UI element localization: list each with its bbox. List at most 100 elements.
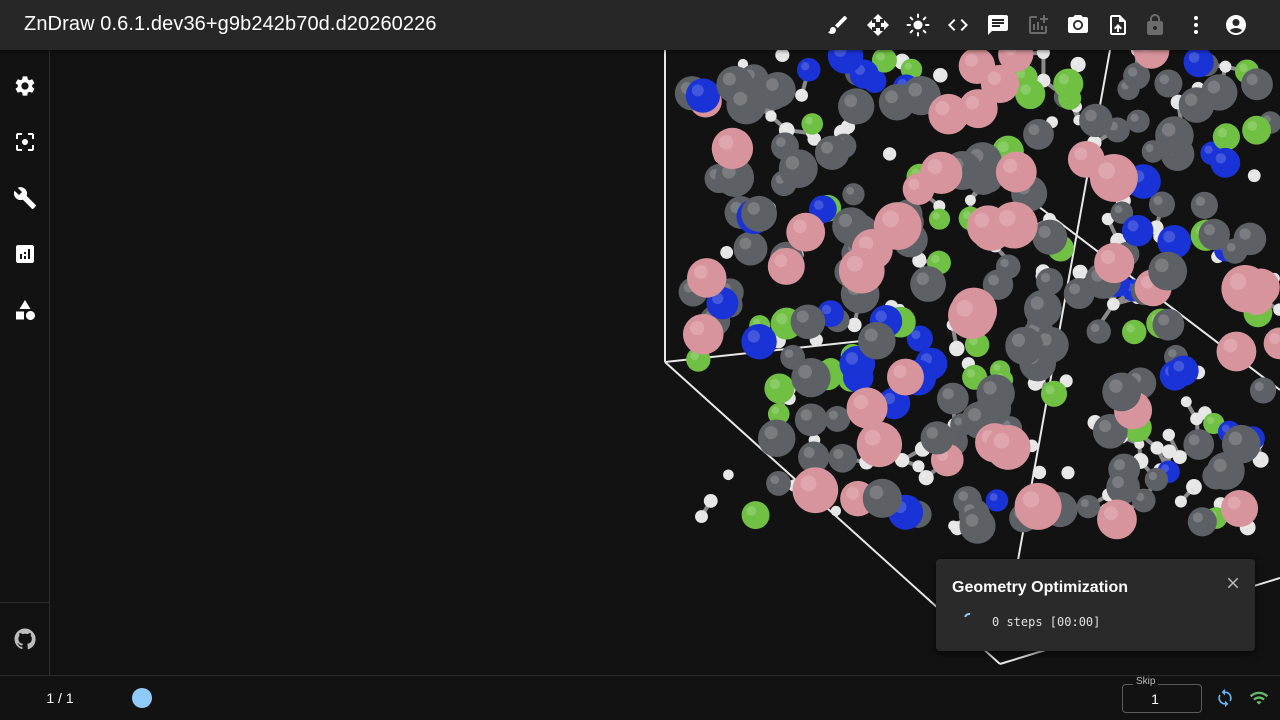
atom[interactable] — [976, 374, 1015, 413]
atom[interactable] — [1187, 507, 1217, 537]
atom[interactable] — [765, 110, 777, 122]
atom[interactable] — [791, 357, 831, 398]
atom[interactable] — [1126, 109, 1150, 133]
atom[interactable] — [1053, 68, 1084, 99]
atom[interactable] — [685, 78, 721, 113]
atom[interactable] — [886, 358, 924, 396]
atom[interactable] — [796, 57, 821, 82]
atom[interactable] — [1061, 466, 1075, 480]
atom[interactable] — [686, 258, 727, 298]
atom[interactable] — [1076, 494, 1101, 519]
close-icon[interactable] — [1222, 572, 1244, 594]
atom[interactable] — [1221, 424, 1261, 464]
atom[interactable] — [1216, 331, 1257, 372]
atom[interactable] — [918, 470, 934, 486]
atom[interactable] — [1242, 115, 1271, 145]
atom[interactable] — [1152, 308, 1185, 341]
atom[interactable] — [1094, 242, 1135, 284]
atom[interactable] — [741, 501, 770, 530]
atom[interactable] — [1174, 495, 1187, 508]
geometry-icon[interactable] — [5, 290, 45, 330]
atom[interactable] — [1241, 68, 1273, 101]
atom[interactable] — [910, 266, 946, 302]
atom[interactable] — [786, 212, 826, 252]
atom[interactable] — [1024, 289, 1062, 328]
brush-icon[interactable] — [818, 5, 858, 45]
atom[interactable] — [920, 421, 954, 455]
atom[interactable] — [741, 195, 778, 232]
atom[interactable] — [757, 419, 796, 458]
atom[interactable] — [830, 505, 842, 517]
atom[interactable] — [767, 247, 805, 285]
atom[interactable] — [790, 304, 826, 340]
atom[interactable] — [1106, 297, 1120, 311]
account-icon[interactable] — [1216, 5, 1256, 45]
atom[interactable] — [1190, 191, 1218, 219]
more-vert-icon[interactable] — [1176, 5, 1216, 45]
atom[interactable] — [1183, 429, 1215, 460]
atom[interactable] — [1221, 264, 1269, 313]
atom[interactable] — [949, 340, 965, 357]
atom[interactable] — [995, 151, 1037, 193]
atom[interactable] — [1155, 116, 1194, 155]
move-icon[interactable] — [858, 5, 898, 45]
atom[interactable] — [1122, 319, 1147, 345]
timeline-slider-handle[interactable] — [132, 688, 152, 708]
atom[interactable] — [1089, 153, 1138, 202]
atom[interactable] — [873, 202, 922, 250]
atom[interactable] — [682, 313, 724, 355]
atom[interactable] — [1233, 222, 1267, 256]
atom[interactable] — [695, 510, 708, 523]
atom[interactable] — [764, 373, 795, 404]
atom[interactable] — [1005, 326, 1044, 365]
selection-icon[interactable] — [5, 122, 45, 162]
atom[interactable] — [1198, 218, 1230, 251]
camera-icon[interactable] — [1058, 5, 1098, 45]
atom[interactable] — [1210, 147, 1241, 178]
atom[interactable] — [1168, 355, 1199, 387]
atom[interactable] — [1154, 69, 1183, 98]
atom[interactable] — [936, 382, 969, 415]
atom[interactable] — [928, 93, 969, 135]
atom[interactable] — [1040, 380, 1068, 407]
atom[interactable] — [1201, 74, 1238, 111]
atom[interactable] — [828, 443, 857, 473]
atom[interactable] — [838, 247, 885, 294]
atom[interactable] — [795, 88, 809, 102]
atom[interactable] — [1097, 499, 1137, 540]
wrench-icon[interactable] — [5, 178, 45, 218]
atom[interactable] — [933, 67, 948, 83]
atom[interactable] — [842, 183, 865, 206]
atom[interactable] — [838, 88, 875, 125]
atom[interactable] — [1212, 123, 1241, 151]
atom[interactable] — [733, 231, 768, 266]
upload-icon[interactable] — [1098, 5, 1138, 45]
atom[interactable] — [794, 403, 828, 437]
atom[interactable] — [856, 421, 903, 468]
atom[interactable] — [964, 194, 976, 206]
atom[interactable] — [1086, 319, 1111, 344]
atom[interactable] — [912, 460, 925, 473]
atom[interactable] — [814, 135, 850, 170]
atom[interactable] — [1015, 78, 1046, 110]
atom[interactable] — [990, 201, 1038, 249]
skip-input[interactable]: 1 — [1122, 684, 1202, 713]
atom[interactable] — [985, 489, 1009, 512]
atom[interactable] — [959, 507, 996, 544]
atom[interactable] — [1122, 214, 1154, 247]
atom[interactable] — [862, 478, 902, 518]
atom[interactable] — [1023, 118, 1054, 150]
atom[interactable] — [985, 425, 1031, 470]
skip-value[interactable]: 1 — [1123, 691, 1187, 707]
atom[interactable] — [726, 84, 767, 125]
atom[interactable] — [1014, 482, 1062, 530]
atom[interactable] — [1144, 467, 1169, 492]
analytics-icon[interactable] — [5, 234, 45, 274]
atom[interactable] — [948, 291, 996, 339]
atom[interactable] — [1186, 479, 1202, 495]
atom[interactable] — [1180, 396, 1192, 408]
atom[interactable] — [720, 246, 734, 259]
atom[interactable] — [1249, 377, 1277, 404]
atom[interactable] — [882, 147, 897, 161]
atom[interactable] — [858, 321, 896, 360]
